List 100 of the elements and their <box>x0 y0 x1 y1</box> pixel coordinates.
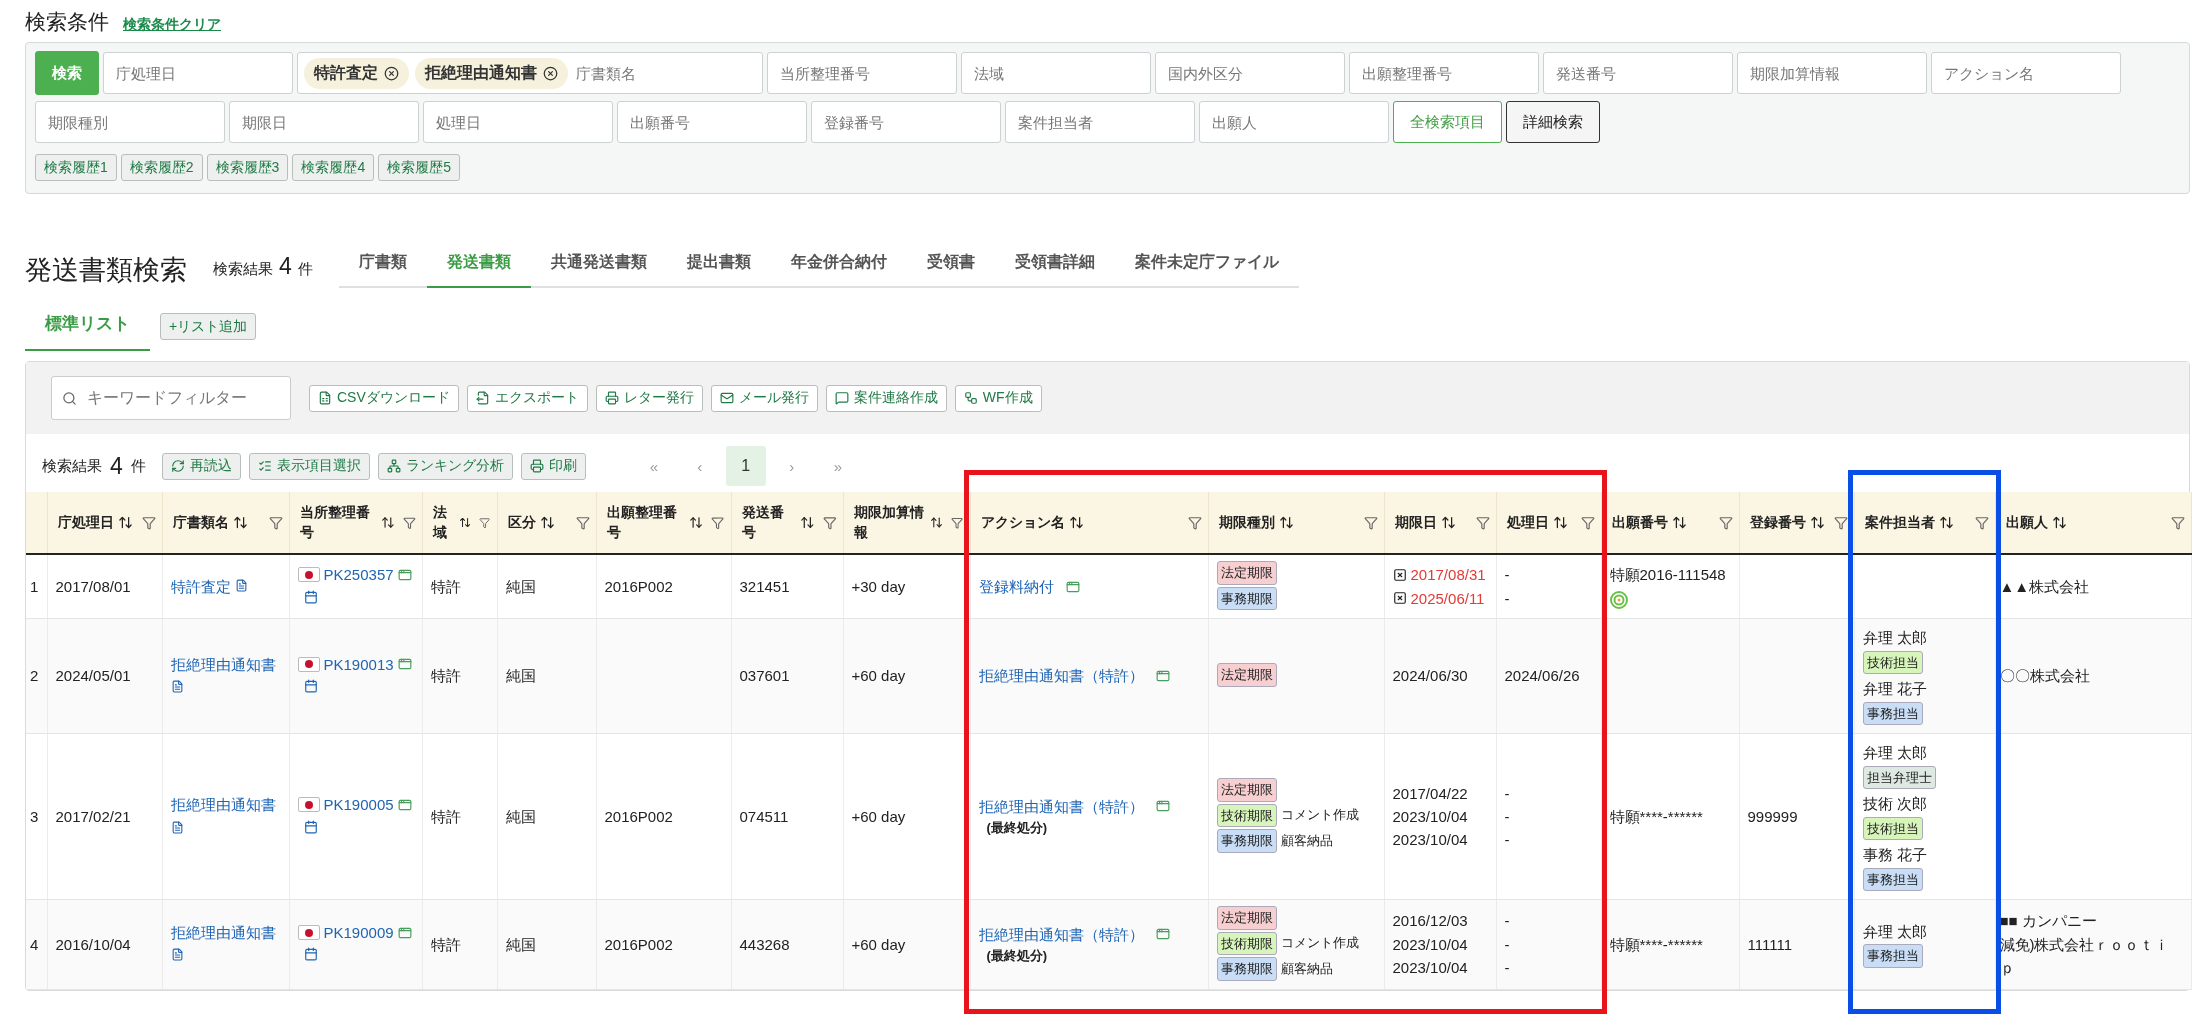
column-header[interactable]: 案件担当者 <box>1854 492 1995 554</box>
column-header[interactable]: 期限日 <box>1384 492 1496 554</box>
filter-icon[interactable] <box>1580 515 1595 530</box>
remove-icon[interactable] <box>384 65 399 81</box>
action-link[interactable]: 拒絶理由通知書（特許） <box>978 794 1144 819</box>
action-link[interactable]: 拒絶理由通知書（特許） <box>978 922 1144 946</box>
sort-icon[interactable] <box>689 515 704 530</box>
print-button[interactable]: 印刷 <box>520 452 586 480</box>
document-link[interactable]: 拒絶理由通知書 <box>170 924 276 941</box>
history-button[interactable]: 検索履歴3 <box>206 154 289 181</box>
filter-icon[interactable] <box>402 515 416 530</box>
search-field[interactable]: 処理日 <box>423 101 613 143</box>
search-field[interactable]: 当所整理番号 <box>767 52 957 94</box>
filter-icon[interactable] <box>1833 515 1848 530</box>
column-header[interactable]: 期限種別 <box>1208 492 1384 554</box>
window-icon[interactable] <box>1155 669 1170 683</box>
reference-link[interactable]: PK190013 <box>323 652 394 676</box>
window-icon[interactable] <box>1155 799 1170 814</box>
calendar-icon[interactable] <box>303 947 318 962</box>
filter-icon[interactable] <box>711 515 725 530</box>
search-field[interactable]: アクション名 <box>1931 52 2121 94</box>
tab[interactable]: 提出書類 <box>666 240 771 288</box>
letter-button[interactable]: レター発行 <box>595 384 703 412</box>
reload-button[interactable]: 再読込 <box>161 452 241 480</box>
search-field[interactable]: 出願番号 <box>617 101 807 143</box>
search-field[interactable]: 期限種別 <box>35 101 225 143</box>
column-header[interactable]: 処理日 <box>1496 492 1601 554</box>
sort-icon[interactable] <box>1938 515 1954 530</box>
window-icon[interactable] <box>397 567 412 582</box>
calendar-icon[interactable] <box>303 819 318 834</box>
keyword-filter-field[interactable]: キーワードフィルター <box>51 376 291 420</box>
search-field[interactable]: 期限加算情報 <box>1737 52 1927 94</box>
action-link[interactable]: 登録料納付 <box>978 574 1054 599</box>
tab[interactable]: 年金併合納付 <box>770 240 907 288</box>
column-header[interactable]: アクション名 <box>970 492 1208 554</box>
export-button[interactable]: エクスポート <box>466 384 588 412</box>
column-header[interactable]: 区分 <box>497 492 596 554</box>
history-button[interactable]: 検索履歴2 <box>120 154 203 181</box>
remove-icon[interactable] <box>543 65 558 81</box>
filter-icon[interactable] <box>822 515 837 530</box>
sort-icon[interactable] <box>2051 515 2067 530</box>
sort-icon[interactable] <box>930 515 944 530</box>
action-link[interactable]: 拒絶理由通知書（特許） <box>978 664 1144 688</box>
sort-icon[interactable] <box>117 515 133 530</box>
column-header[interactable]: 出願整理番号 <box>596 492 731 554</box>
history-button[interactable]: 検索履歴5 <box>378 154 460 181</box>
search-field[interactable]: 国内外区分 <box>1155 52 1345 94</box>
column-header[interactable]: 期限加算情報 <box>843 492 970 554</box>
calendar-icon[interactable] <box>303 679 318 693</box>
search-field[interactable]: 庁処理日 <box>103 52 293 94</box>
column-header[interactable]: 庁処理日 <box>47 492 162 554</box>
filter-icon[interactable] <box>1974 515 1989 530</box>
sort-icon[interactable] <box>1671 515 1687 530</box>
window-icon[interactable] <box>397 925 412 940</box>
filter-chip[interactable]: 特許査定 <box>304 57 409 89</box>
all-fields-button[interactable]: 全検索項目 <box>1393 101 1502 143</box>
tab[interactable]: 受領書 <box>906 240 995 288</box>
search-field[interactable]: 期限日 <box>229 101 419 143</box>
sort-icon[interactable] <box>800 515 815 530</box>
calendar-icon[interactable] <box>303 589 318 604</box>
tab[interactable]: 庁書類 <box>338 240 427 288</box>
search-field[interactable]: 出願整理番号 <box>1349 52 1539 94</box>
filter-icon[interactable] <box>2170 515 2185 530</box>
column-header[interactable]: 発送番号 <box>731 492 843 554</box>
search-field[interactable]: 出願人 <box>1199 101 1389 143</box>
mail-button[interactable]: メール発行 <box>710 384 818 412</box>
column-header[interactable]: 法域 <box>422 492 497 554</box>
tab[interactable]: 受領書詳細 <box>994 240 1115 288</box>
filter-icon[interactable] <box>268 515 283 530</box>
filter-icon[interactable] <box>1718 515 1733 530</box>
reference-link[interactable]: PK190005 <box>323 793 394 817</box>
document-link[interactable]: 特許査定 <box>170 577 231 595</box>
history-button[interactable]: 検索履歴1 <box>35 154 117 181</box>
column-header[interactable]: 当所整理番号 <box>289 492 422 554</box>
chip-field[interactable]: 特許査定 拒絶理由通知書 庁書類名 <box>297 52 763 94</box>
reference-link[interactable]: PK190009 <box>323 921 394 945</box>
list-tab[interactable]: 標準リスト <box>25 302 150 351</box>
message-button[interactable]: 案件連絡作成 <box>825 384 947 412</box>
filter-icon[interactable] <box>141 515 156 530</box>
sort-icon[interactable] <box>1068 515 1084 530</box>
columns-button[interactable]: 表示項目選択 <box>248 452 370 480</box>
sort-icon[interactable] <box>1552 515 1568 530</box>
window-icon[interactable] <box>397 797 412 812</box>
filter-icon[interactable] <box>1363 515 1378 530</box>
filter-icon[interactable] <box>1475 515 1490 530</box>
workflow-button[interactable]: WF作成 <box>954 384 1042 412</box>
add-list-button[interactable]: +リスト追加 <box>160 313 257 340</box>
search-field[interactable]: 案件担当者 <box>1005 101 1195 143</box>
tab[interactable]: 発送書類 <box>426 240 531 288</box>
filter-icon[interactable] <box>1187 515 1202 530</box>
document-link[interactable]: 拒絶理由通知書 <box>170 655 276 673</box>
advanced-search-button[interactable]: 詳細検索 <box>1506 101 1600 143</box>
ranking-button[interactable]: ランキング分析 <box>377 452 513 480</box>
filter-chip[interactable]: 拒絶理由通知書 <box>415 57 568 89</box>
history-button[interactable]: 検索履歴4 <box>292 154 375 181</box>
document-link[interactable]: 拒絶理由通知書 <box>170 796 276 814</box>
csv-button[interactable]: CSVダウンロード <box>309 384 459 412</box>
tab[interactable]: 共通発送書類 <box>530 240 667 288</box>
window-icon[interactable] <box>397 657 412 672</box>
window-icon[interactable] <box>1065 579 1080 594</box>
